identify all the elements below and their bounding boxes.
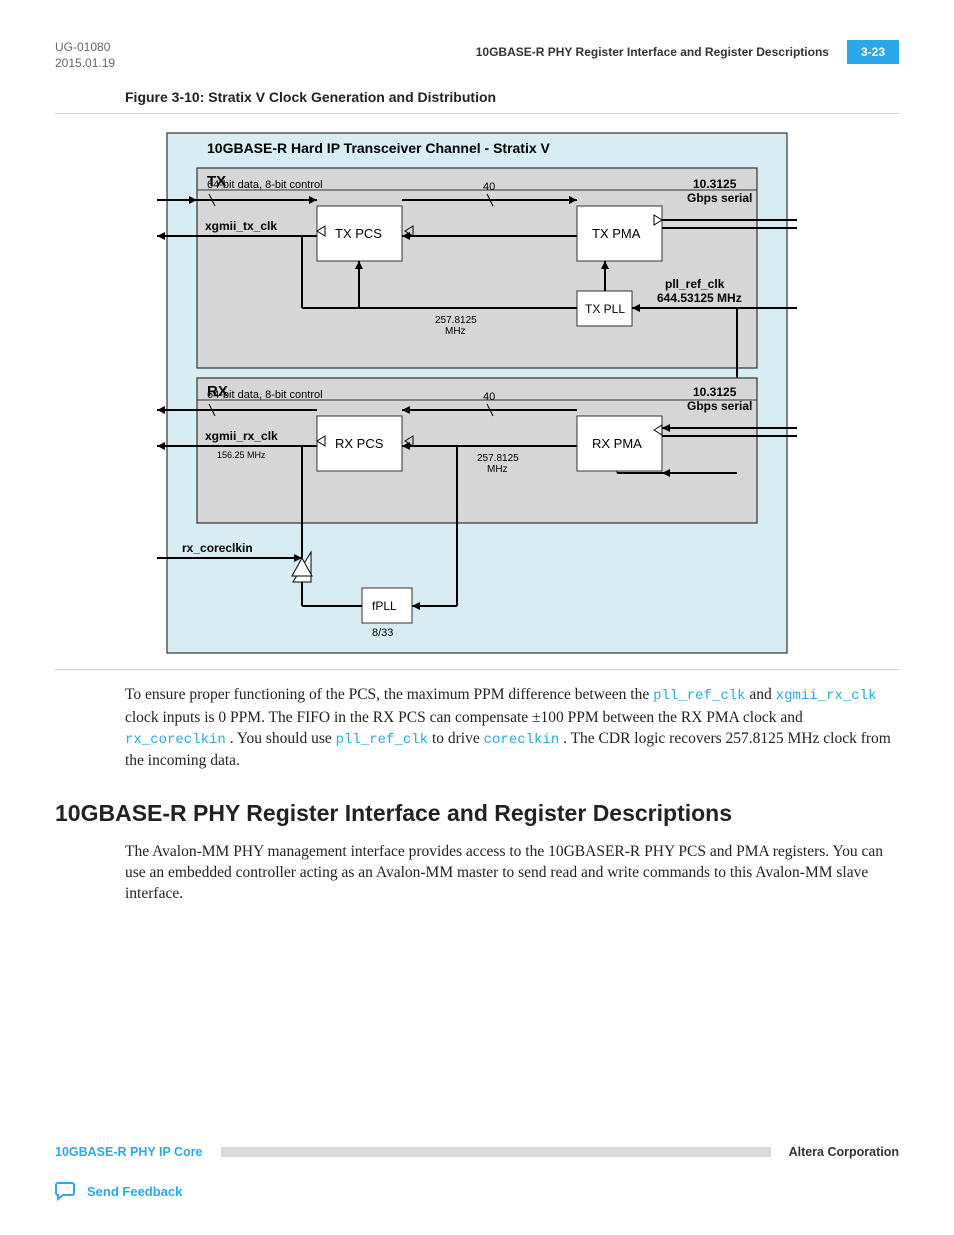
tx-clk-label: xgmii_tx_clk [205, 219, 277, 233]
p1-text-b: and [749, 686, 775, 703]
tx-pcs: TX PCS [335, 226, 382, 241]
rx-freq-top: 257.8125 [477, 453, 519, 464]
figure-diagram: 10GBASE-R Hard IP Transceiver Channel - … [157, 128, 797, 663]
p1-text: To ensure proper functioning of the PCS,… [125, 686, 653, 703]
rx-serial-top: 10.3125 [693, 385, 737, 399]
p1-text-c: clock inputs is 0 PPM. The FIFO in the R… [125, 709, 803, 726]
rx-freq-bot: MHz [487, 464, 508, 475]
rx-data-label: 64-bit data, 8-bit control [207, 389, 323, 401]
tx-freq-bot: MHz [445, 326, 466, 337]
page-header: UG-01080 2015.01.19 10GBASE-R PHY Regist… [55, 40, 899, 71]
code-pllrefclk2: pll_ref_clk [336, 732, 428, 748]
chat-bubble-icon [55, 1181, 77, 1201]
code-pllrefclk: pll_ref_clk [653, 688, 745, 704]
code-rxcoreclkin: rx_coreclkin [125, 732, 226, 748]
header-right: 10GBASE-R PHY Register Interface and Reg… [476, 40, 899, 64]
footer-right: Altera Corporation [789, 1145, 899, 1159]
section-body: The Avalon-MM PHY management interface p… [125, 841, 899, 905]
paragraph-1: To ensure proper functioning of the PCS,… [125, 684, 899, 771]
rx-pcs: RX PCS [335, 436, 384, 451]
header-title: 10GBASE-R PHY Register Interface and Reg… [476, 45, 829, 59]
rx-bus-width: 40 [483, 391, 495, 403]
p1-text-d: . You should use [230, 730, 336, 747]
page-number-badge: 3-23 [847, 40, 899, 64]
doc-id: UG-01080 [55, 40, 115, 56]
divider-2 [55, 669, 899, 670]
rx-clk-label: xgmii_rx_clk [205, 429, 278, 443]
tx-freq-top: 257.8125 [435, 315, 477, 326]
doc-date: 2015.01.19 [55, 56, 115, 72]
rx-serial-bot: Gbps serial [687, 399, 752, 413]
diagram-title: 10GBASE-R Hard IP Transceiver Channel - … [207, 140, 551, 156]
section-heading: 10GBASE-R PHY Register Interface and Reg… [55, 800, 899, 827]
fpll-label: fPLL [372, 599, 397, 613]
footer-left[interactable]: 10GBASE-R PHY IP Core [55, 1145, 203, 1159]
figure-caption: Figure 3-10: Stratix V Clock Generation … [125, 89, 899, 105]
tx-pll: TX PLL [585, 302, 625, 316]
rx-coreclkin: rx_coreclkin [182, 541, 253, 555]
rx-clk-freq: 156.25 MHz [217, 450, 266, 460]
tx-bus-width: 40 [483, 181, 495, 193]
divider [55, 113, 899, 114]
tx-pma: TX PMA [592, 226, 641, 241]
header-left: UG-01080 2015.01.19 [55, 40, 115, 71]
send-feedback-link[interactable]: Send Feedback [55, 1181, 899, 1201]
fpll-ratio: 8/33 [372, 627, 393, 639]
rx-pma: RX PMA [592, 436, 642, 451]
p1-text-e: to drive [432, 730, 484, 747]
tx-data-label: 64-bit data, 8-bit control [207, 179, 323, 191]
tx-serial-bot: Gbps serial [687, 191, 752, 205]
page-footer: 10GBASE-R PHY IP Core Altera Corporation… [55, 1145, 899, 1201]
footer-bar [221, 1147, 771, 1157]
pll-ref-top: pll_ref_clk [665, 277, 725, 291]
code-coreclkin: coreclkin [484, 732, 560, 748]
feedback-label: Send Feedback [87, 1184, 182, 1199]
tx-serial-top: 10.3125 [693, 177, 737, 191]
pll-ref-bot: 644.53125 MHz [657, 291, 742, 305]
code-xgmiirxclk: xgmii_rx_clk [776, 688, 877, 704]
